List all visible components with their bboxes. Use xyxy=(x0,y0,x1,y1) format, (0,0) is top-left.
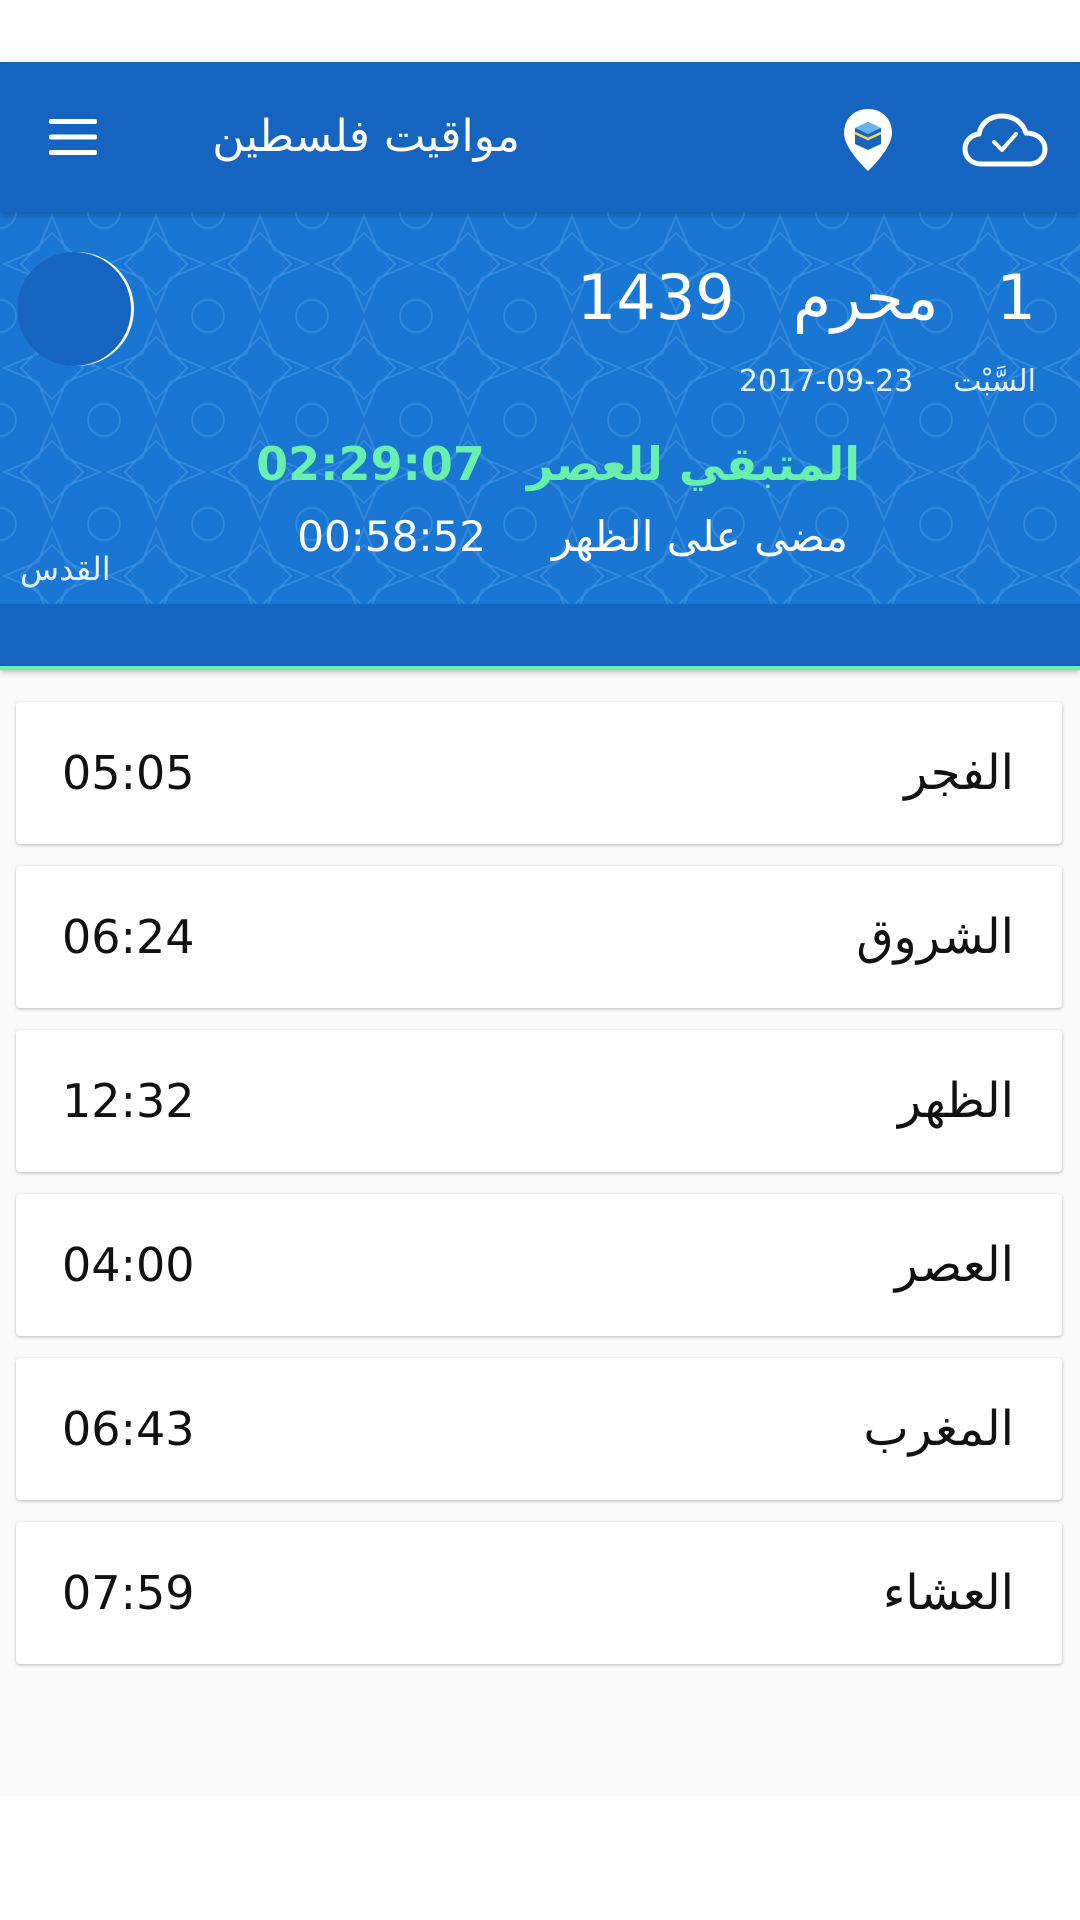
prayer-time: 06:43 xyxy=(62,1402,195,1456)
app-title: مواقيت فلسطين xyxy=(212,111,520,162)
menu-icon xyxy=(49,119,97,155)
sync-cloud-button[interactable] xyxy=(955,100,1055,180)
prayer-row-isha[interactable]: العشاء 07:59 xyxy=(16,1522,1062,1664)
hero-bottom-band xyxy=(0,604,1080,670)
prayer-row-sunrise[interactable]: الشروق 06:24 xyxy=(16,866,1062,1008)
weekday: السَّبْت xyxy=(953,363,1036,399)
prayer-name: الفجر xyxy=(904,745,1014,801)
prayer-name: المغرب xyxy=(863,1401,1014,1457)
prayer-row-asr[interactable]: العصر 04:00 xyxy=(16,1194,1062,1336)
prayer-time: 04:00 xyxy=(62,1238,195,1292)
elapsed-label: مضى على الظهر xyxy=(551,511,848,561)
remaining-countdown: المتبقي للعصر 02:29:07 xyxy=(256,430,860,498)
gregorian-date: السَّبْت 2017-09-23 xyxy=(739,358,1036,404)
prayer-time: 06:24 xyxy=(62,910,195,964)
hijri-month: محرم xyxy=(792,260,939,334)
prayer-name: الشروق xyxy=(856,909,1014,965)
menu-button[interactable] xyxy=(30,97,116,177)
prayer-row-dhuhr[interactable]: الظهر 12:32 xyxy=(16,1030,1062,1172)
elapsed-counter: مضى على الظهر 00:58:52 xyxy=(297,506,848,566)
hijri-year: 1439 xyxy=(576,260,735,334)
city-name[interactable]: القدس xyxy=(20,550,111,596)
kaaba-location-icon xyxy=(844,109,892,171)
prayer-time: 05:05 xyxy=(62,746,195,800)
prayer-name: العشاء xyxy=(882,1565,1014,1621)
prayer-name: العصر xyxy=(894,1237,1014,1293)
prayer-row-maghrib[interactable]: المغرب 06:43 xyxy=(16,1358,1062,1500)
status-bar-area xyxy=(0,0,1080,62)
date-hero: 1 محرم 1439 السَّبْت 2017-09-23 المتبقي … xyxy=(0,212,1080,604)
prayer-name: الظهر xyxy=(898,1073,1014,1129)
elapsed-time: 00:58:52 xyxy=(297,511,486,561)
cloud-check-icon xyxy=(962,113,1048,167)
kaaba-location-button[interactable] xyxy=(830,100,906,180)
prayer-time: 12:32 xyxy=(62,1074,195,1128)
app-bar: مواقيت فلسطين xyxy=(0,62,1080,212)
hijri-date: 1 محرم 1439 xyxy=(577,254,1036,340)
prayer-row-fajr[interactable]: الفجر 05:05 xyxy=(16,702,1062,844)
gregorian-date-value: 2017-09-23 xyxy=(738,363,914,399)
prayer-times-list: الفجر 05:05 الشروق 06:24 الظهر 12:32 الع… xyxy=(0,670,1080,1796)
remaining-time: 02:29:07 xyxy=(256,437,485,491)
moon-phase-icon xyxy=(18,252,134,366)
prayer-time: 07:59 xyxy=(62,1566,195,1620)
hijri-day: 1 xyxy=(996,260,1036,334)
remaining-label: المتبقي للعصر xyxy=(526,437,860,491)
